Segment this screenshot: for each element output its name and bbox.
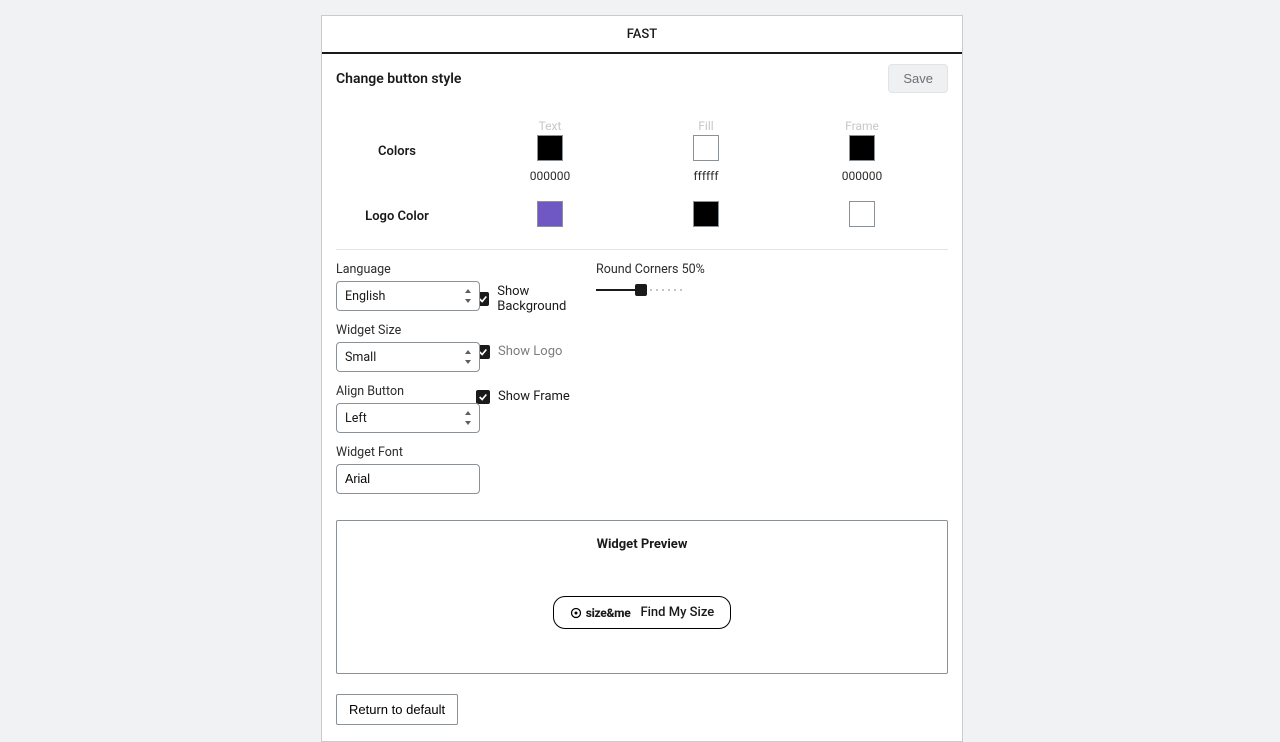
slider-thumb[interactable] <box>635 284 647 296</box>
round-corners-label: Round Corners 50% <box>596 262 948 277</box>
round-corners-slider[interactable] <box>596 283 686 297</box>
settings-card: FAST Change button style Save Colors Tex… <box>321 15 963 742</box>
frame-color-swatch[interactable] <box>849 135 875 161</box>
preview-title: Widget Preview <box>597 537 688 552</box>
font-label: Widget Font <box>336 445 476 460</box>
language-select[interactable]: English <box>336 281 480 311</box>
widget-size-value: Small <box>345 350 376 365</box>
font-input[interactable] <box>336 464 480 494</box>
select-arrows-icon <box>463 350 473 364</box>
widget-button-label: Find My Size <box>640 605 714 620</box>
save-button[interactable]: Save <box>888 64 948 93</box>
fill-color-swatch[interactable] <box>693 135 719 161</box>
show-frame-label: Show Frame <box>498 389 570 404</box>
colors-row-label: Colors <box>322 144 472 159</box>
widget-preview-box: Widget Preview size&me Find My Size <box>336 520 948 674</box>
tab-fast[interactable]: FAST <box>322 16 962 54</box>
widget-size-select[interactable]: Small <box>336 342 480 372</box>
align-select[interactable]: Left <box>336 403 480 433</box>
text-color-swatch[interactable] <box>537 135 563 161</box>
logo-text: size&me <box>586 606 631 620</box>
tab-label: FAST <box>627 27 657 42</box>
text-color-label: Text <box>472 119 628 133</box>
fill-color-label: Fill <box>628 119 784 133</box>
frame-color-hex: 000000 <box>784 169 940 183</box>
align-label: Align Button <box>336 384 476 399</box>
frame-color-label: Frame <box>784 119 940 133</box>
show-frame-checkbox[interactable] <box>476 390 490 404</box>
preview-widget-button[interactable]: size&me Find My Size <box>553 596 732 629</box>
logo-color-option-2[interactable] <box>693 201 719 227</box>
page-title: Change button style <box>336 71 888 87</box>
text-color-hex: 000000 <box>472 169 628 183</box>
language-label: Language <box>336 262 476 277</box>
align-value: Left <box>345 411 367 426</box>
logo-color-option-3[interactable] <box>849 201 875 227</box>
logo-mark-icon <box>570 607 582 619</box>
logo-color-option-1[interactable] <box>537 201 563 227</box>
show-background-label: Show Background <box>497 284 596 314</box>
language-value: English <box>345 289 385 304</box>
logo-color-row-label: Logo Color <box>322 209 472 224</box>
show-logo-label: Show Logo <box>498 344 562 359</box>
fill-color-hex: ffffff <box>628 169 784 183</box>
select-arrows-icon <box>463 289 473 303</box>
return-to-default-button[interactable]: Return to default <box>336 694 458 725</box>
select-arrows-icon <box>463 411 473 425</box>
widget-size-label: Widget Size <box>336 323 476 338</box>
